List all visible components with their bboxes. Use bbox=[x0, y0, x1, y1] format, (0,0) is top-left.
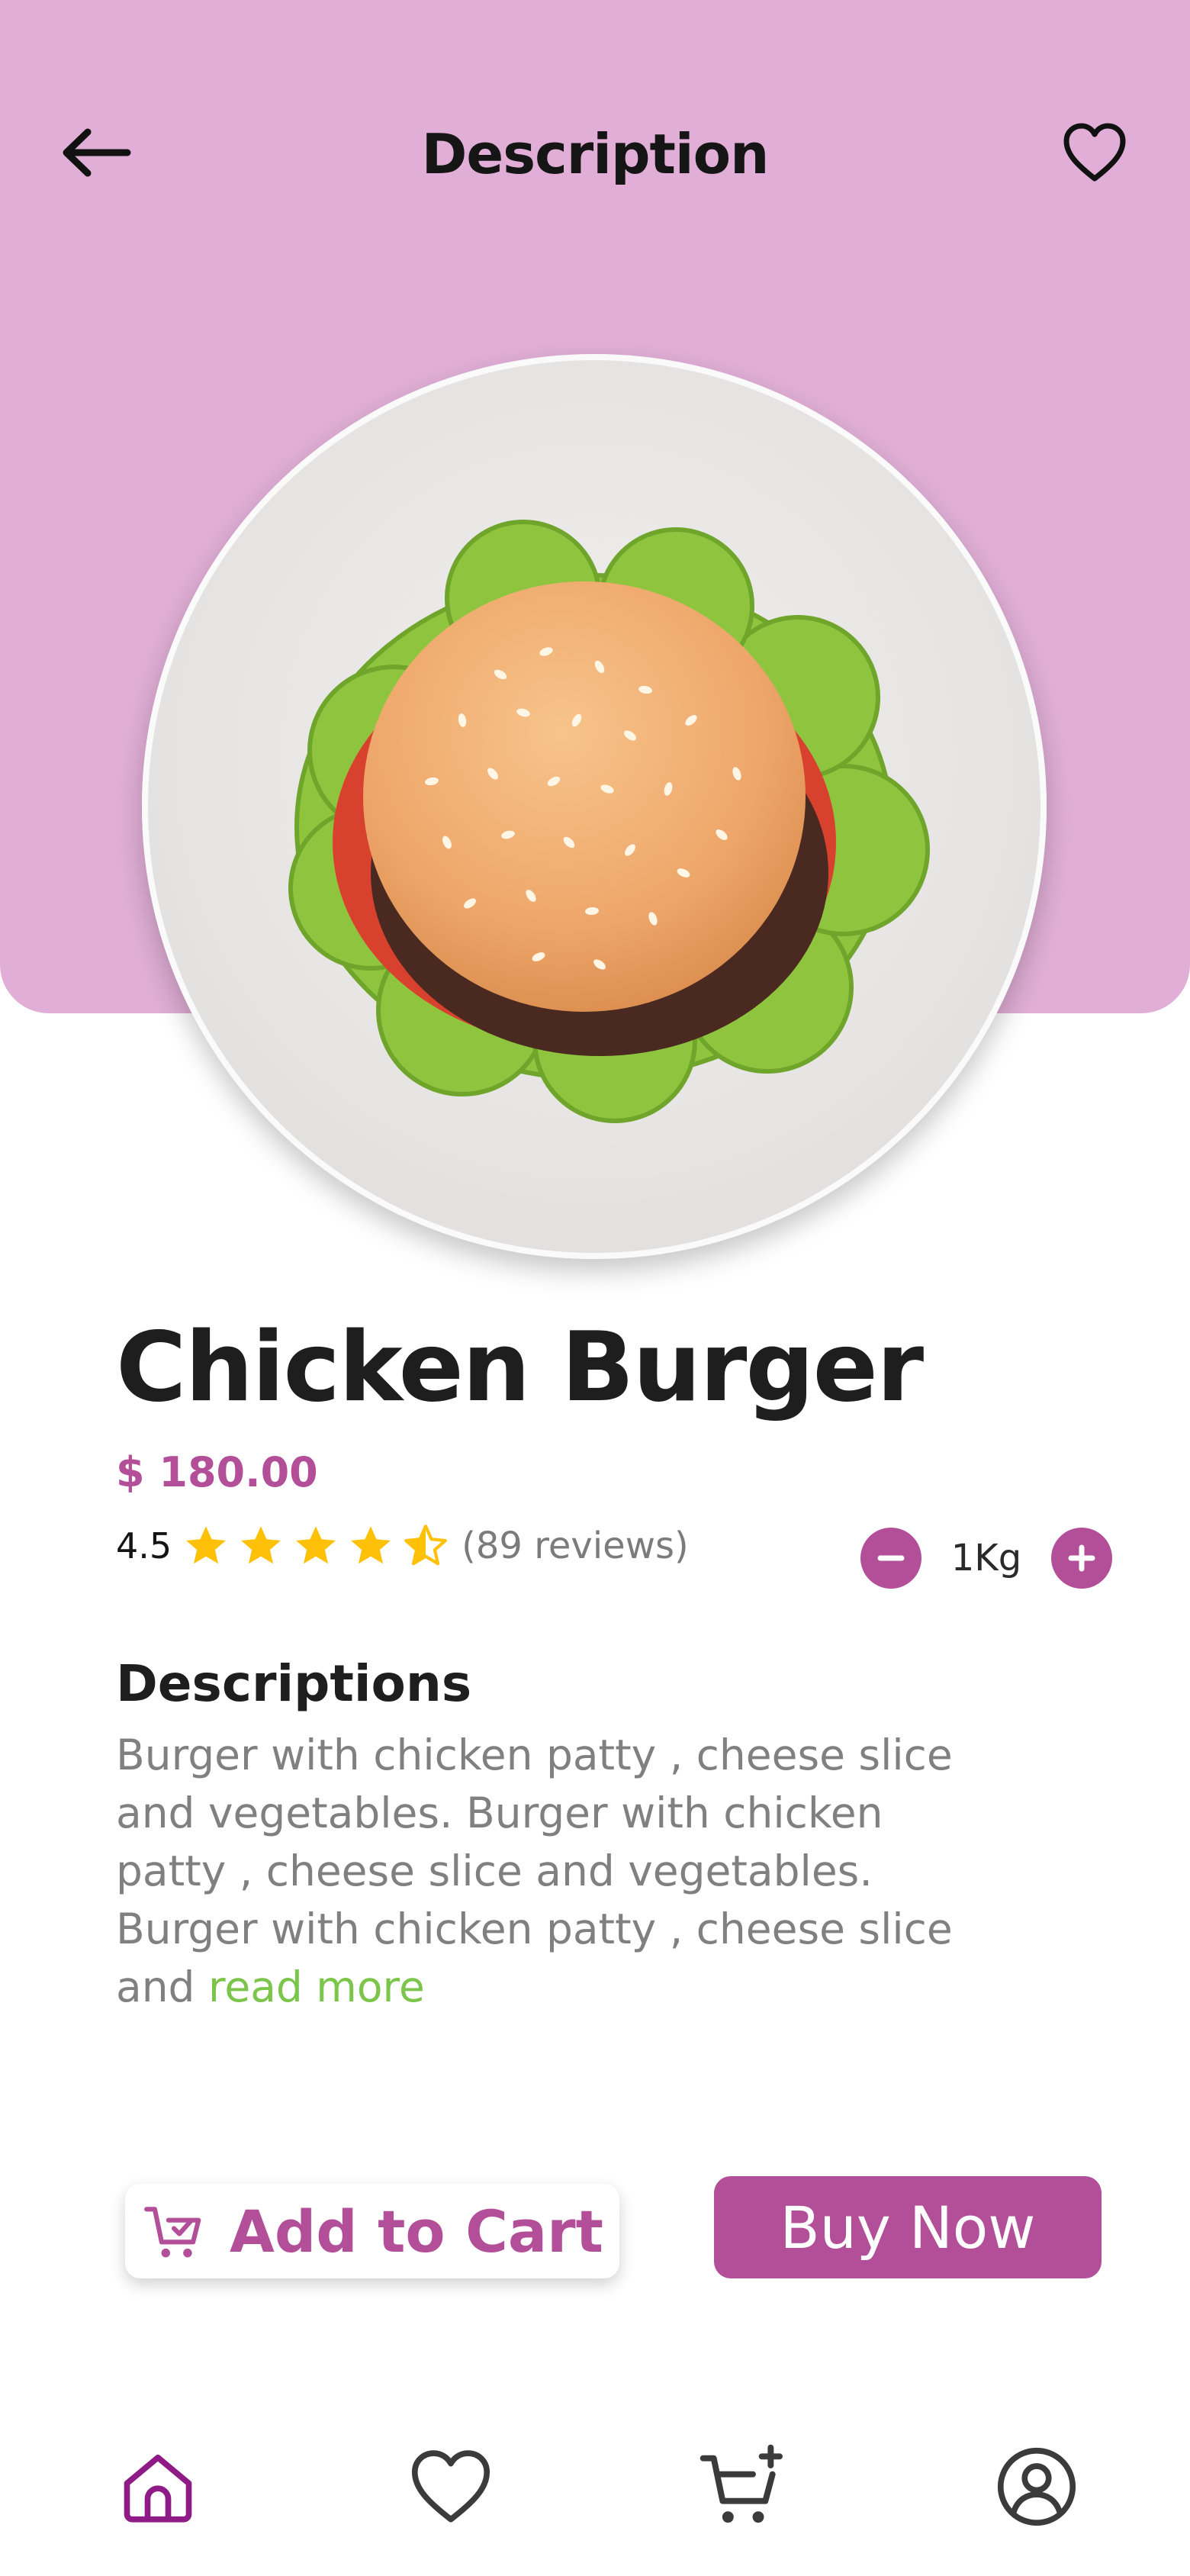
nav-cart[interactable] bbox=[693, 2437, 792, 2536]
read-more-link[interactable]: read more bbox=[208, 1963, 425, 2011]
star-half-icon bbox=[404, 1525, 448, 1566]
cart-add-icon bbox=[700, 2444, 783, 2523]
buy-now-label: Buy Now bbox=[780, 2193, 1036, 2262]
product-price: $ 180.00 bbox=[116, 1448, 318, 1496]
product-name: Chicken Burger bbox=[116, 1311, 924, 1423]
star-icon bbox=[241, 1526, 281, 1564]
quantity-value: 1Kg bbox=[950, 1537, 1022, 1579]
star-icon bbox=[296, 1526, 336, 1564]
nav-favorites[interactable] bbox=[401, 2437, 500, 2536]
cart-check-icon bbox=[144, 2207, 201, 2258]
nav-home[interactable] bbox=[108, 2437, 207, 2536]
product-image bbox=[142, 354, 1047, 1259]
buy-now-button[interactable]: Buy Now bbox=[714, 2176, 1102, 2278]
favorite-button[interactable] bbox=[1053, 114, 1137, 191]
page-title: Description bbox=[421, 122, 770, 186]
description-text: Burger with chicken patty , cheese slice… bbox=[116, 1726, 986, 2016]
rating-stars bbox=[182, 1522, 457, 1570]
heart-outline-icon bbox=[1063, 123, 1126, 182]
decrease-button[interactable] bbox=[860, 1528, 921, 1589]
increase-button[interactable] bbox=[1050, 1528, 1112, 1589]
quantity-stepper: 1Kg bbox=[860, 1526, 1112, 1590]
profile-icon bbox=[997, 2447, 1076, 2526]
rating-row: 4.5 (89 reviews) bbox=[116, 1518, 689, 1573]
plus-icon bbox=[1068, 1544, 1095, 1572]
rating-value: 4.5 bbox=[116, 1525, 172, 1567]
heart-icon bbox=[411, 2450, 490, 2523]
minus-icon bbox=[877, 1555, 905, 1561]
add-to-cart-label: Add to Cart bbox=[230, 2197, 603, 2265]
description-heading: Descriptions bbox=[116, 1654, 472, 1713]
reviews-count: (89 reviews) bbox=[462, 1525, 689, 1567]
star-icon bbox=[186, 1526, 226, 1564]
bottom-navigation bbox=[0, 2388, 1190, 2576]
burger-illustration bbox=[288, 520, 930, 1123]
star-icon bbox=[351, 1526, 391, 1564]
add-to-cart-button[interactable]: Add to Cart bbox=[125, 2184, 619, 2278]
nav-profile[interactable] bbox=[987, 2437, 1086, 2536]
home-icon bbox=[124, 2454, 192, 2523]
